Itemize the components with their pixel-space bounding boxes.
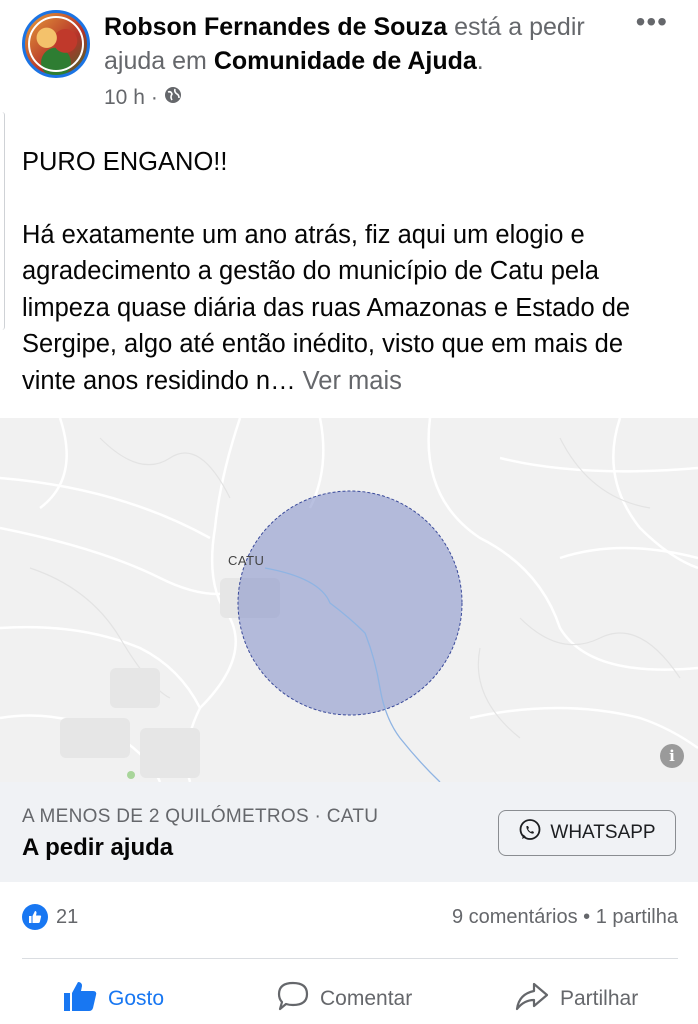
post-title: Robson Fernandes de Souza está a pedir a… xyxy=(104,10,634,78)
whatsapp-label: WHATSAPP xyxy=(550,822,656,843)
shares-count[interactable]: 1 partilha xyxy=(596,906,678,928)
like-count: 21 xyxy=(56,905,79,928)
whatsapp-icon xyxy=(518,818,542,848)
action-bar: Gosto Comentar Partilhar xyxy=(0,972,698,1022)
group-name[interactable]: Comunidade de Ajuda xyxy=(214,47,477,75)
info-icon[interactable]: i xyxy=(660,744,684,768)
like-label: Gosto xyxy=(108,987,165,1010)
avatar[interactable] xyxy=(22,10,90,78)
like-reaction-icon xyxy=(22,904,48,930)
author-name[interactable]: Robson Fernandes de Souza xyxy=(104,13,447,41)
engagement-counts: 9 comentários • 1 partilha xyxy=(452,906,678,929)
like-button[interactable]: Gosto xyxy=(62,980,164,1018)
meta-dot: · xyxy=(150,86,158,109)
help-strip: A MENOS DE 2 QUILÓMETROS · CATU A pedir … xyxy=(0,782,698,882)
thumbs-up-icon xyxy=(62,980,98,1018)
help-distance: A MENOS DE 2 QUILÓMETROS · CATU xyxy=(22,806,379,827)
scroll-edge xyxy=(0,112,5,330)
globe-icon xyxy=(164,86,182,110)
counts-separator: • xyxy=(583,906,591,928)
period: . xyxy=(476,47,484,75)
post-meta: 10 h · xyxy=(104,86,182,110)
see-more-link[interactable]: Ver mais xyxy=(303,367,402,395)
help-title: A pedir ajuda xyxy=(22,834,174,861)
more-options-button[interactable]: ••• xyxy=(636,6,668,38)
share-button[interactable]: Partilhar xyxy=(514,980,638,1018)
divider xyxy=(22,958,678,959)
map[interactable]: CATU i xyxy=(0,418,698,782)
post-header: Robson Fernandes de Souza está a pedir a… xyxy=(0,0,698,120)
map-city-label: CATU xyxy=(228,553,265,568)
map-graphic xyxy=(0,418,698,782)
comments-count[interactable]: 9 comentários xyxy=(452,906,578,928)
comment-icon xyxy=(276,980,310,1018)
reaction-summary[interactable]: 21 xyxy=(22,904,78,930)
post-text: PURO ENGANO!! Há exatamente um ano atrás… xyxy=(22,144,682,399)
post-time[interactable]: 10 h xyxy=(104,86,145,110)
share-icon xyxy=(514,980,550,1018)
whatsapp-button[interactable]: WHATSAPP xyxy=(498,810,676,856)
comment-button[interactable]: Comentar xyxy=(276,980,412,1018)
post-body: Há exatamente um ano atrás, fiz aqui um … xyxy=(22,217,682,400)
comment-label: Comentar xyxy=(320,987,413,1010)
post-headline: PURO ENGANO!! xyxy=(22,148,228,176)
share-label: Partilhar xyxy=(560,987,639,1010)
